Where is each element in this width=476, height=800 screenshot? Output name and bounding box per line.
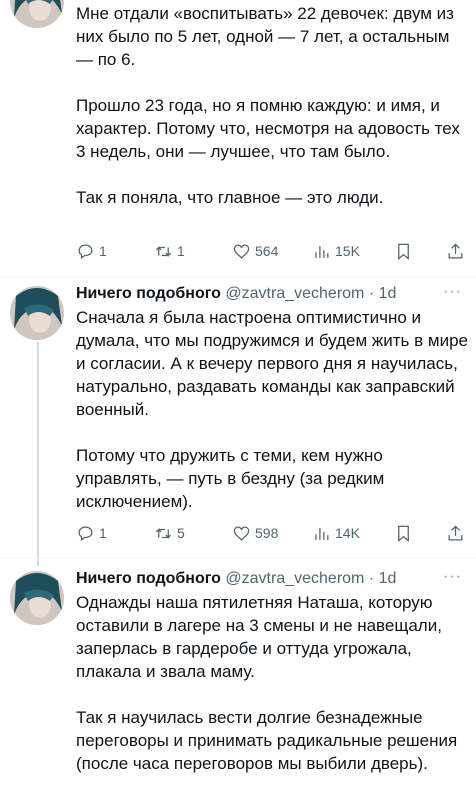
tweet-actions: 1 5 598 14K xyxy=(76,522,468,544)
tweet-paragraph: Так я научилась вести долгие безнадежные… xyxy=(76,708,458,773)
repost-button[interactable]: 5 xyxy=(154,524,185,543)
avatar[interactable] xyxy=(10,571,64,625)
avatar[interactable] xyxy=(10,286,64,340)
bookmark-button[interactable] xyxy=(394,242,413,261)
tweet-text: Однажды наша пятилетняя Наташа, которую … xyxy=(76,591,468,775)
repost-count: 1 xyxy=(177,243,185,259)
repost-icon xyxy=(155,245,172,257)
repost-count: 5 xyxy=(177,525,185,541)
tweet[interactable]: Ничего подобного @zavtra_vecherom · 1d ·… xyxy=(76,569,468,775)
reply-button[interactable]: 1 xyxy=(76,242,107,261)
heart-icon xyxy=(233,244,250,259)
share-icon xyxy=(448,242,463,258)
divider xyxy=(0,276,476,277)
bookmark-icon xyxy=(398,243,409,260)
reply-count: 1 xyxy=(99,525,107,541)
tweet-paragraph: Сначала я была настроена оптимистично и … xyxy=(76,308,468,419)
share-button[interactable] xyxy=(446,524,465,543)
tweet-paragraph: Однажды наша пятилетняя Наташа, которую … xyxy=(76,593,442,681)
tweet[interactable]: Мне отдали «воспитывать» 22 девочек: дву… xyxy=(76,2,468,209)
more-options-icon[interactable]: ··· xyxy=(443,569,462,587)
reply-count: 1 xyxy=(99,243,107,259)
tweet-time[interactable]: · 1d xyxy=(369,570,397,587)
views-count: 14K xyxy=(335,525,360,541)
like-count: 564 xyxy=(255,243,279,259)
author-name[interactable]: Ничего подобного xyxy=(76,570,221,587)
thread-line xyxy=(37,342,39,566)
reply-button[interactable]: 1 xyxy=(76,524,107,543)
reply-icon xyxy=(78,526,93,541)
like-button[interactable]: 564 xyxy=(232,242,278,261)
author-handle[interactable]: @zavtra_vecherom xyxy=(225,285,364,302)
tweet[interactable]: Ничего подобного @zavtra_vecherom · 1d ·… xyxy=(76,284,468,513)
more-options-icon[interactable]: ··· xyxy=(443,284,462,302)
tweet-paragraph: Мне отдали «воспитывать» 22 девочек: дву… xyxy=(76,4,454,69)
share-button[interactable] xyxy=(446,242,465,261)
views-icon xyxy=(315,527,329,540)
reply-icon xyxy=(78,244,93,259)
heart-icon xyxy=(233,526,250,541)
author-name[interactable]: Ничего подобного xyxy=(76,285,221,302)
views-button[interactable]: 14K xyxy=(312,524,360,543)
views-icon xyxy=(315,245,329,258)
views-button[interactable]: 15K xyxy=(312,242,360,261)
views-count: 15K xyxy=(335,243,360,259)
tweet-actions: 1 1 564 15K xyxy=(76,240,468,262)
repost-icon xyxy=(155,527,172,539)
tweet-time[interactable]: · 1d xyxy=(369,285,397,302)
bookmark-icon xyxy=(398,525,409,542)
tweet-text: Мне отдали «воспитывать» 22 девочек: дву… xyxy=(76,2,468,209)
like-button[interactable]: 598 xyxy=(232,524,278,543)
bookmark-button[interactable] xyxy=(394,524,413,543)
divider xyxy=(0,558,476,559)
tweet-header: Ничего подобного @zavtra_vecherom · 1d ·… xyxy=(76,569,468,591)
avatar[interactable] xyxy=(10,0,64,28)
tweet-paragraph: Так я поняла, что главное — это люди. xyxy=(76,188,384,207)
author-handle[interactable]: @zavtra_vecherom xyxy=(225,570,364,587)
tweet-paragraph: Потому что дружить с теми, кем нужно упр… xyxy=(76,446,385,511)
share-icon xyxy=(448,524,463,540)
tweet-paragraph: Прошло 23 года, но я помню каждую: и имя… xyxy=(76,96,460,161)
like-count: 598 xyxy=(255,525,279,541)
repost-button[interactable]: 1 xyxy=(154,242,185,261)
tweet-header: Ничего подобного @zavtra_vecherom · 1d ·… xyxy=(76,284,468,306)
tweet-text: Сначала я была настроена оптимистично и … xyxy=(76,306,468,513)
